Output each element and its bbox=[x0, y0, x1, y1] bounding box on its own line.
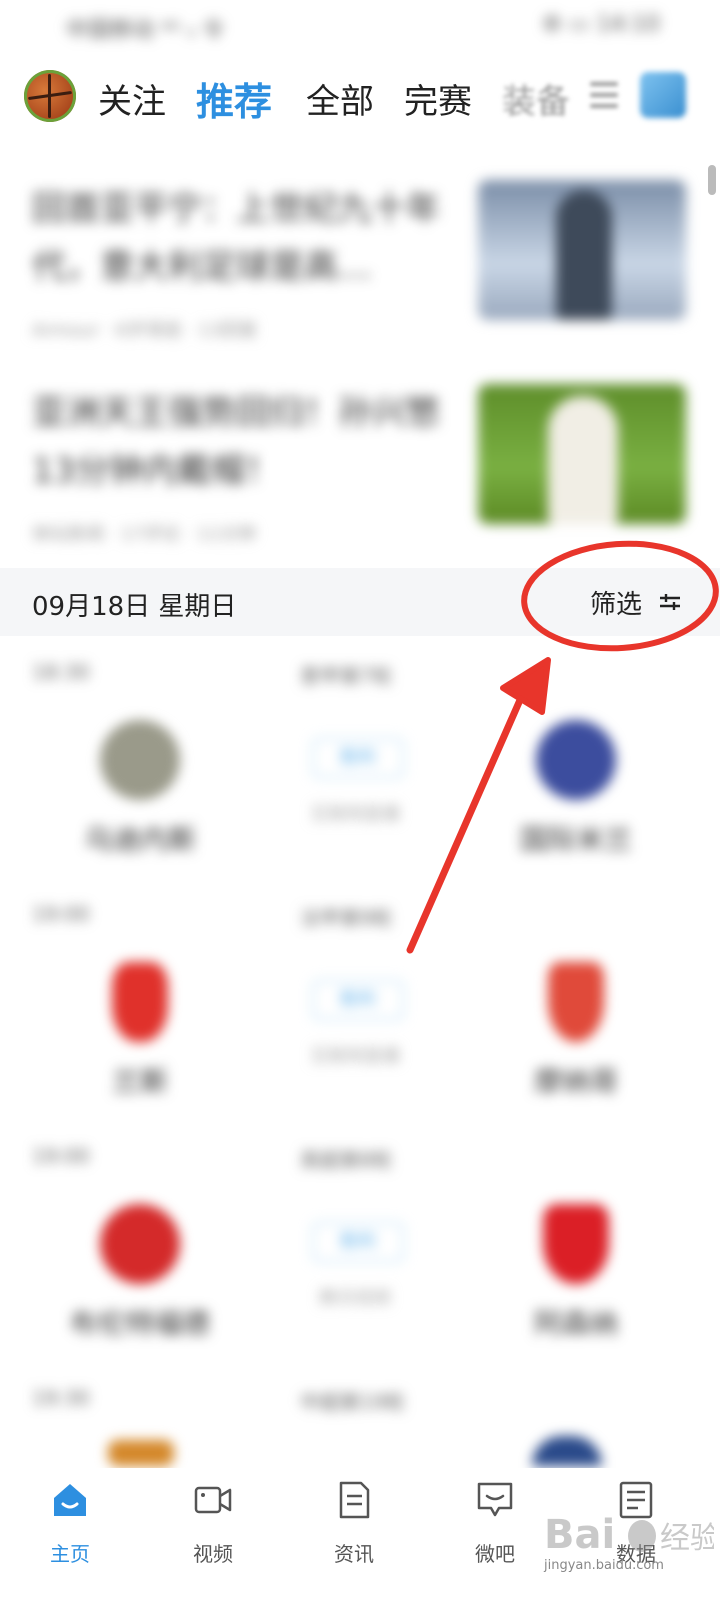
match-card[interactable]: 19:00 英超第8轮 胜利 腾讯视频 布伦特福德 阿森纳 bbox=[0, 1144, 720, 1384]
away-team-name: 国际米兰 bbox=[519, 823, 632, 856]
svg-text:经验: 经验 bbox=[660, 1521, 714, 1556]
baidu-watermark-logo: Bai 经验 bbox=[544, 1512, 714, 1558]
avatar[interactable] bbox=[24, 70, 76, 122]
news-title: 亚洲天王强势回归！孙兴慜13分钟内戴帽！ bbox=[32, 393, 440, 491]
document-icon bbox=[339, 1481, 370, 1519]
bottom-tab-forum[interactable]: 微吧 bbox=[445, 1480, 545, 1567]
home-team-name: 乌迪内斯 bbox=[83, 823, 196, 856]
home-team-logo bbox=[100, 720, 180, 800]
match-time: 19:30 bbox=[32, 1386, 90, 1410]
carrier-signal: 中国移动 ⁴ᴳ ᵢₗ 令 bbox=[66, 18, 225, 43]
tab-label: 微吧 bbox=[475, 1542, 515, 1566]
home-team-logo bbox=[108, 1440, 174, 1466]
home-team-name: 布伦特福德 bbox=[69, 1307, 210, 1340]
away-team-name: 摩纳哥 bbox=[533, 1065, 618, 1098]
tab-recommend[interactable]: 推荐 bbox=[196, 71, 272, 126]
bottom-tab-video[interactable]: 视频 bbox=[163, 1480, 263, 1567]
date-bar: 09月18日 星期日 筛选 bbox=[0, 568, 720, 636]
news-thumbnail bbox=[478, 180, 686, 320]
match-status-badge: 胜利 bbox=[312, 1222, 404, 1262]
news-item[interactable]: 亚洲天王强势回归！孙兴慜13分钟内戴帽！ 体坛新闻 · 17评论 · 11分钟 bbox=[0, 384, 720, 574]
tab-follow[interactable]: 关注 bbox=[98, 74, 166, 123]
news-item[interactable]: 回首亚平宁：上世纪九十年代，意大利足球是高… Armour · 6岁球迷 · 1… bbox=[0, 180, 720, 370]
svg-text:Bai: Bai bbox=[544, 1512, 615, 1558]
match-time: 19:00 bbox=[32, 902, 90, 926]
bottom-tab-news[interactable]: 资讯 bbox=[304, 1480, 404, 1567]
match-card[interactable]: 18:30 意甲第7轮 胜利 互联网直播 乌迪内斯 国际米兰 bbox=[0, 660, 720, 900]
video-icon bbox=[194, 1486, 232, 1514]
bottom-tab-home[interactable]: 主页 bbox=[20, 1480, 120, 1567]
tab-label: 视频 bbox=[193, 1542, 233, 1566]
home-team-logo bbox=[100, 1204, 180, 1284]
tab-gear[interactable]: 装备 bbox=[502, 74, 570, 123]
status-bar: 中国移动 ⁴ᴳ ᵢₗ 令 ⚙ ▭ 14:10 bbox=[0, 0, 720, 55]
home-team-name: 兰斯 bbox=[111, 1065, 168, 1098]
filter-icon bbox=[660, 594, 681, 610]
match-note: 互联网直播 bbox=[310, 1046, 400, 1067]
match-time: 18:30 bbox=[32, 660, 90, 684]
match-round: 法甲第9轮 bbox=[300, 906, 393, 930]
news-title: 回首亚平宁：上世纪九十年代，意大利足球是高… bbox=[32, 189, 440, 287]
away-team-logo bbox=[536, 720, 616, 800]
news-meta: Armour · 6岁球迷 · 13回复 bbox=[32, 320, 258, 341]
away-team-logo bbox=[548, 962, 604, 1042]
away-team-logo bbox=[532, 1436, 602, 1466]
tab-label: 资讯 bbox=[334, 1542, 374, 1566]
match-card[interactable]: 19:30 中超第19轮 bbox=[0, 1386, 720, 1466]
top-nav: 关注 推荐 全部 完赛 装备 bbox=[0, 60, 720, 140]
watermark-url: jingyan.baidu.com bbox=[544, 1558, 664, 1573]
match-time: 19:00 bbox=[32, 1144, 90, 1168]
news-meta: 体坛新闻 · 17评论 · 11分钟 bbox=[32, 524, 257, 545]
match-note: 互联网直播 bbox=[310, 804, 400, 825]
battery-clock: ⚙ ▭ 14:10 bbox=[542, 12, 660, 37]
match-card[interactable]: 19:00 法甲第9轮 胜利 互联网直播 兰斯 摩纳哥 bbox=[0, 902, 720, 1142]
match-round: 英超第8轮 bbox=[300, 1148, 393, 1172]
home-icon bbox=[54, 1484, 86, 1516]
tab-label: 主页 bbox=[50, 1542, 90, 1566]
chat-bubble-icon bbox=[477, 1482, 513, 1517]
sport-switch-icon[interactable] bbox=[640, 72, 686, 118]
match-round: 意甲第7轮 bbox=[300, 664, 393, 688]
match-note: 腾讯视频 bbox=[319, 1288, 391, 1309]
filter-label: 筛选 bbox=[590, 589, 643, 620]
menu-icon[interactable] bbox=[590, 82, 618, 112]
match-status-badge: 胜利 bbox=[312, 980, 404, 1020]
match-status-badge: 胜利 bbox=[312, 738, 404, 778]
filter-button[interactable]: 筛选 bbox=[590, 582, 682, 622]
news-thumbnail bbox=[478, 384, 686, 524]
tab-all[interactable]: 全部 bbox=[306, 74, 374, 123]
tab-finished[interactable]: 完赛 bbox=[404, 74, 472, 123]
match-round: 中超第19轮 bbox=[300, 1390, 406, 1414]
date-label: 09月18日 星期日 bbox=[32, 592, 237, 622]
home-team-logo bbox=[112, 962, 168, 1042]
away-team-logo bbox=[543, 1204, 609, 1284]
away-team-name: 阿森纳 bbox=[533, 1307, 618, 1340]
